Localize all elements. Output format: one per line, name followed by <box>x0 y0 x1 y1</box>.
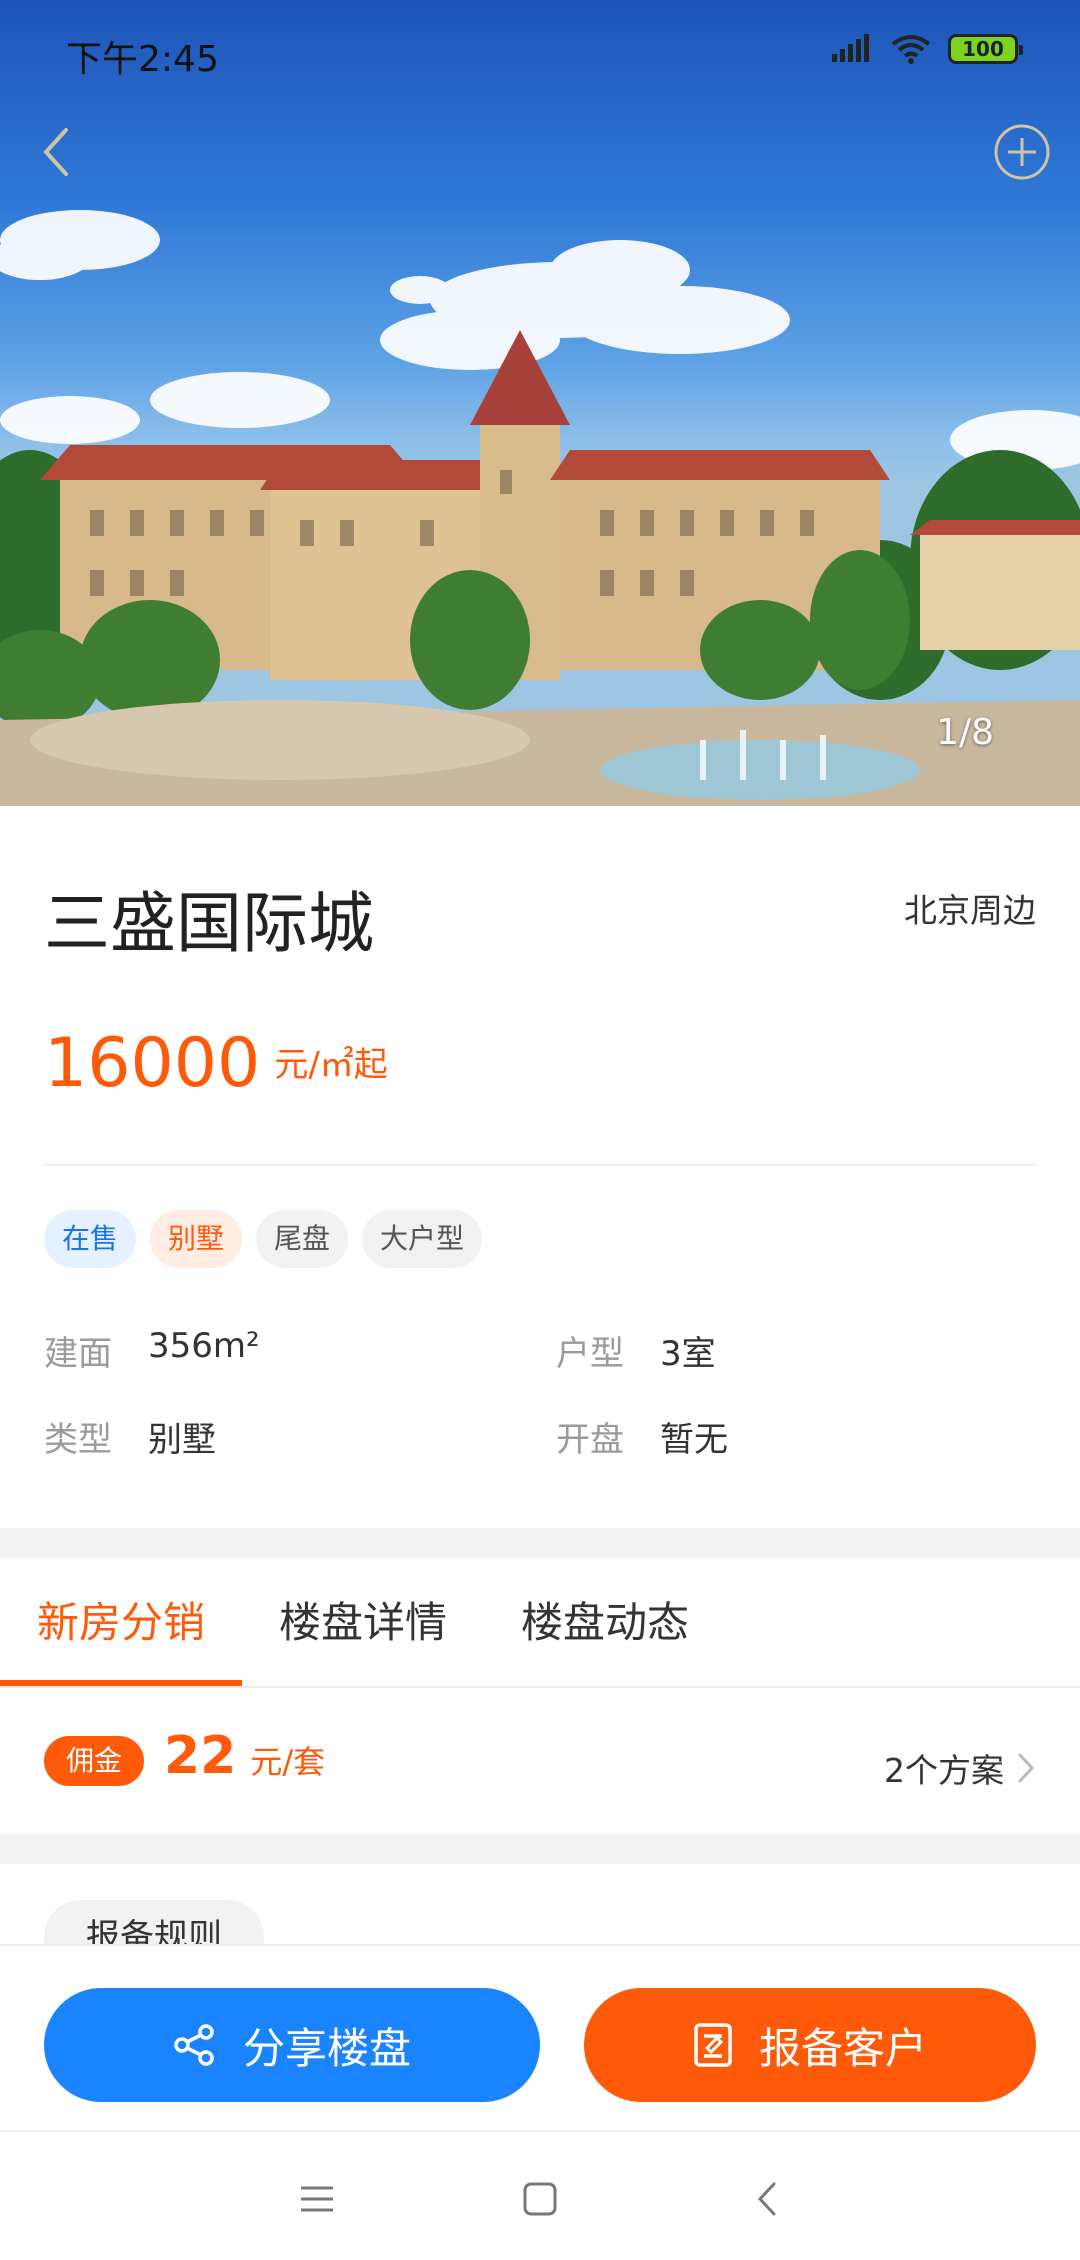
chevron-right-icon <box>1018 1753 1035 1783</box>
home-icon[interactable] <box>515 2174 565 2224</box>
attr-area: 建面 356m² <box>44 1326 260 1375</box>
bottom-action-bar: 分享楼盘 报备客户 <box>0 1944 1080 2130</box>
attr-value: 3室 <box>660 1334 716 1374</box>
attr-label: 开盘 <box>556 1420 624 1460</box>
plans-label: 2个方案 <box>884 1751 1004 1790</box>
share-button-label: 分享楼盘 <box>242 2023 411 2073</box>
tab-bar: 新房分销 楼盘详情 楼盘动态 <box>0 1558 1080 1688</box>
price-unit: 元/㎡起 <box>274 1045 388 1085</box>
rules-section: 报备规则 <box>0 1864 1080 1944</box>
tab-new-home-distribution[interactable]: 新房分销 <box>0 1558 242 1688</box>
report-client-button[interactable]: 报备客户 <box>584 1988 1036 2102</box>
property-name: 三盛国际城 <box>44 885 374 962</box>
attr-layout: 户型 3室 <box>556 1326 716 1375</box>
commission-amount: 22 元/套 <box>164 1726 325 1786</box>
signal-icon <box>832 34 869 62</box>
section-gap <box>0 1528 1080 1558</box>
rules-chip[interactable]: 报备规则 <box>44 1900 264 1944</box>
property-image-gallery[interactable]: 下午2:45 100 1/8 <box>0 0 1080 806</box>
system-navigation-bar <box>0 2130 1080 2260</box>
attr-label: 类型 <box>44 1420 112 1460</box>
report-button-label: 报备客户 <box>758 2023 927 2073</box>
tag-final-units: 尾盘 <box>256 1210 349 1268</box>
report-icon <box>694 2023 732 2067</box>
commission-plans-link[interactable]: 2个方案 <box>884 1744 1036 1792</box>
share-icon <box>174 2024 214 2066</box>
attr-type: 类型 别墅 <box>44 1412 216 1461</box>
back-icon[interactable] <box>36 122 76 182</box>
property-region: 北京周边 <box>904 891 1036 930</box>
section-gap <box>0 1834 1080 1864</box>
attr-value: 暂无 <box>660 1420 728 1460</box>
commission-value: 22 <box>164 1726 237 1786</box>
battery-indicator: 100 <box>948 34 1023 64</box>
gallery-counter: 1/8 <box>936 712 994 753</box>
divider <box>44 1164 1036 1166</box>
tag-large-unit: 大户型 <box>362 1210 483 1268</box>
commission-row[interactable]: 佣金 22 元/套 2个方案 <box>0 1690 1080 1834</box>
attr-value: 别墅 <box>148 1420 216 1460</box>
wifi-icon <box>891 35 931 64</box>
active-tab-indicator <box>0 1680 242 1686</box>
tag-on-sale: 在售 <box>44 1210 137 1268</box>
tag-villa: 别墅 <box>150 1210 243 1268</box>
attr-label: 户型 <box>556 1334 624 1374</box>
status-bar: 下午2:45 100 <box>0 0 1080 100</box>
attr-opening: 开盘 暂无 <box>556 1412 728 1461</box>
share-property-button[interactable]: 分享楼盘 <box>44 1988 540 2102</box>
attr-label: 建面 <box>44 1334 112 1374</box>
status-time: 下午2:45 <box>66 39 219 80</box>
property-info-section: 三盛国际城 北京周边 16000 元/㎡起 在售 别墅 尾盘 大户型 建面 35… <box>0 806 1080 1528</box>
nav-back-icon[interactable] <box>742 2174 792 2224</box>
menu-icon[interactable] <box>292 2174 342 2224</box>
property-tags: 在售 别墅 尾盘 大户型 <box>44 1210 483 1268</box>
commission-unit: 元/套 <box>250 1743 326 1781</box>
tab-property-details[interactable]: 楼盘详情 <box>242 1558 484 1688</box>
commission-badge: 佣金 <box>44 1736 144 1786</box>
price-value: 16000 <box>44 1024 261 1103</box>
property-price: 16000 元/㎡起 <box>44 1024 388 1103</box>
property-photo <box>0 210 1080 806</box>
tab-property-news[interactable]: 楼盘动态 <box>484 1558 726 1688</box>
property-detail-page: 下午2:45 100 1/8 三盛国际城 北京周边 16000 元/㎡起 在售 … <box>0 0 1080 2260</box>
add-circle-icon[interactable] <box>992 122 1052 182</box>
attr-value: 356m² <box>148 1326 260 1366</box>
